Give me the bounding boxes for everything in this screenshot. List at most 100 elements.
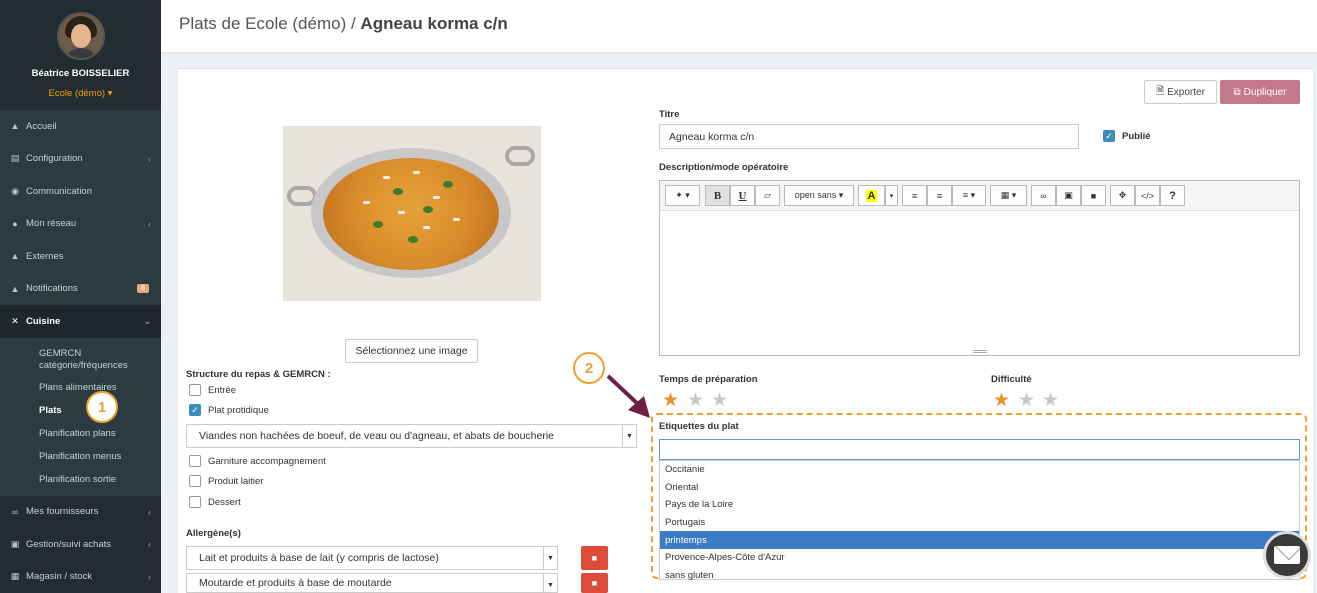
- allergene-select[interactable]: Moutarde et produits à base de moutarde ▼: [186, 573, 558, 593]
- magic-wand-icon: ✦ ▾: [675, 190, 690, 200]
- publie-checkbox-row[interactable]: ✓ Publié: [1103, 130, 1151, 142]
- laitier-checkbox[interactable]: [189, 475, 201, 487]
- sidebar-item-label: Cuisine: [26, 315, 61, 327]
- table-icon: ▦ ▾: [1000, 190, 1017, 200]
- sidebar-item-magasin[interactable]: ▦ Magasin / stock ‹: [0, 561, 161, 593]
- sidebar-subitem-plats[interactable]: Plats: [0, 400, 161, 423]
- help-button[interactable]: ?: [1160, 185, 1185, 206]
- chat-mail-button[interactable]: [1263, 531, 1311, 579]
- etiquette-option[interactable]: Pays de la Loire: [660, 496, 1299, 514]
- sidebar-item-fournisseurs[interactable]: ∞ Mes fournisseurs ‹: [0, 496, 161, 529]
- titre-input[interactable]: Agneau korma c/n: [659, 124, 1079, 149]
- sidebar-subitem-planification-menus[interactable]: Planification menus: [0, 446, 161, 469]
- plat-checkbox-row[interactable]: ✓ Plat protidique: [189, 404, 269, 416]
- laitier-checkbox-row[interactable]: Produit laitier: [189, 475, 263, 487]
- sidebar-subitem-plans-alimentaires[interactable]: Plans alimentaires: [0, 377, 161, 400]
- font-select[interactable]: open sans ▾: [784, 185, 854, 206]
- video-button[interactable]: ■: [1081, 185, 1106, 206]
- entree-checkbox-row[interactable]: Entrée: [189, 384, 236, 396]
- code-view-button[interactable]: </>: [1135, 185, 1160, 206]
- home-icon: ▲: [10, 121, 20, 132]
- numbered-list-button[interactable]: ≡: [927, 185, 952, 206]
- temps-star-3[interactable]: ★: [711, 391, 728, 410]
- bullet-list-button[interactable]: ≡: [902, 185, 927, 206]
- temps-star-2[interactable]: ★: [687, 391, 704, 410]
- sidebar-subitem-planification-plans[interactable]: Planification plans: [0, 423, 161, 446]
- export-button[interactable]: 🗎 Exporter: [1144, 80, 1217, 104]
- dessert-checkbox-row[interactable]: Dessert: [189, 496, 241, 508]
- sidebar: Béatrice BOISSELIER Ecole (démo) ▾ ▲ Accu…: [0, 0, 161, 593]
- publie-checkbox[interactable]: ✓: [1103, 130, 1115, 142]
- caret-down-icon: ▾: [889, 192, 894, 200]
- text-color-button[interactable]: A: [858, 185, 885, 206]
- difficulte-star-2[interactable]: ★: [1018, 391, 1035, 410]
- sidebar-subitem-gemrcn[interactable]: GEMRCN catégorie/fréquences: [0, 344, 161, 377]
- sidebar-item-label: Mon réseau: [26, 218, 77, 230]
- org-dropdown[interactable]: Ecole (démo) ▾: [0, 88, 161, 99]
- magic-wand-button[interactable]: ✦ ▾: [665, 185, 700, 206]
- help-icon: ?: [1169, 189, 1176, 202]
- underline-button[interactable]: U: [730, 185, 755, 206]
- eraser-icon: ▱: [764, 190, 771, 200]
- etiquette-option[interactable]: Occitanie: [660, 461, 1299, 479]
- copy-icon: ⧉: [1233, 86, 1241, 98]
- delete-allergene-button[interactable]: ■: [581, 573, 608, 593]
- sidebar-item-label: Accueil: [26, 120, 57, 132]
- plat-checkbox[interactable]: ✓: [189, 404, 201, 416]
- eraser-button[interactable]: ▱: [755, 185, 780, 206]
- envelope-icon: [1274, 546, 1300, 564]
- sidebar-item-notifications[interactable]: ▲ Notifications 6: [0, 273, 161, 306]
- garniture-checkbox-row[interactable]: Garniture accompagnement: [189, 455, 326, 467]
- etiquette-option[interactable]: sans gluten: [660, 567, 1299, 585]
- plat-label: Plat protidique: [208, 404, 269, 416]
- dish-image: [283, 126, 541, 301]
- sidebar-item-label: Magasin / stock: [26, 571, 92, 583]
- sidebar-item-accueil[interactable]: ▲ Accueil: [0, 110, 161, 143]
- garniture-checkbox[interactable]: [189, 455, 201, 467]
- description-editor[interactable]: ✦ ▾ B U ▱ open sans ▾ A ▾ ≡ ≡ ≡ ▾ ▦ ▾ ∞ …: [659, 180, 1300, 356]
- sidebar-item-cuisine[interactable]: ✕ Cuisine ⌄: [0, 305, 161, 338]
- color-dropdown-button[interactable]: ▾: [885, 185, 898, 206]
- editor-toolbar: ✦ ▾ B U ▱ open sans ▾ A ▾ ≡ ≡ ≡ ▾ ▦ ▾ ∞ …: [660, 181, 1299, 211]
- etiquette-option-selected[interactable]: printemps: [660, 531, 1299, 549]
- delete-allergene-button[interactable]: ■: [581, 546, 608, 570]
- etiquettes-search-input[interactable]: [659, 439, 1300, 460]
- dessert-label: Dessert: [208, 496, 241, 508]
- resize-handle[interactable]: [973, 350, 987, 353]
- dessert-checkbox[interactable]: [189, 496, 201, 508]
- difficulte-star-3[interactable]: ★: [1042, 391, 1059, 410]
- video-icon: ■: [1090, 190, 1097, 201]
- etiquette-option[interactable]: Portugais: [660, 514, 1299, 532]
- allergene-select[interactable]: Lait et produits à base de lait (y compr…: [186, 546, 558, 570]
- image-button[interactable]: ▣: [1056, 185, 1081, 206]
- bold-button[interactable]: B: [705, 185, 730, 206]
- etiquette-option[interactable]: Oriental: [660, 479, 1299, 497]
- sidebar-item-achats[interactable]: ▣ Gestion/suivi achats ‹: [0, 528, 161, 561]
- sidebar-item-label: Mes fournisseurs: [26, 506, 99, 518]
- laitier-label: Produit laitier: [208, 475, 264, 487]
- duplicate-button[interactable]: ⧉ Dupliquer: [1220, 80, 1300, 104]
- entree-checkbox[interactable]: [189, 384, 201, 396]
- link-button[interactable]: ∞: [1031, 185, 1056, 206]
- select-image-button[interactable]: Sélectionnez une image: [345, 339, 478, 363]
- sidebar-item-mon-reseau[interactable]: ● Mon réseau ‹: [0, 208, 161, 241]
- sidebar-item-externes[interactable]: ▲ Externes: [0, 240, 161, 273]
- etiquette-option[interactable]: Provence-Alpes-Côte d'Azur: [660, 549, 1299, 567]
- underline-icon: U: [738, 189, 747, 202]
- bold-icon: B: [713, 189, 722, 202]
- temps-star-1[interactable]: ★: [662, 391, 679, 410]
- plat-category-select[interactable]: Viandes non hachées de boeuf, de veau ou…: [186, 424, 637, 448]
- avatar[interactable]: [56, 12, 105, 60]
- fullscreen-button[interactable]: ✥: [1110, 185, 1135, 206]
- sidebar-item-configuration[interactable]: ▤ Configuration ‹: [0, 143, 161, 176]
- trash-icon: ■: [591, 578, 598, 588]
- align-button[interactable]: ≡ ▾: [952, 185, 986, 206]
- difficulte-star-1[interactable]: ★: [993, 391, 1010, 410]
- temps-label: Temps de préparation: [659, 374, 758, 385]
- sidebar-item-communication[interactable]: ◉ Communication: [0, 175, 161, 208]
- export-label: Exporter: [1167, 86, 1205, 98]
- sidebar-subitem-planification-sortie[interactable]: Planification sortie: [0, 469, 161, 492]
- chevron-left-icon: ‹: [148, 506, 151, 517]
- table-button[interactable]: ▦ ▾: [990, 185, 1027, 206]
- entree-label: Entrée: [208, 384, 236, 396]
